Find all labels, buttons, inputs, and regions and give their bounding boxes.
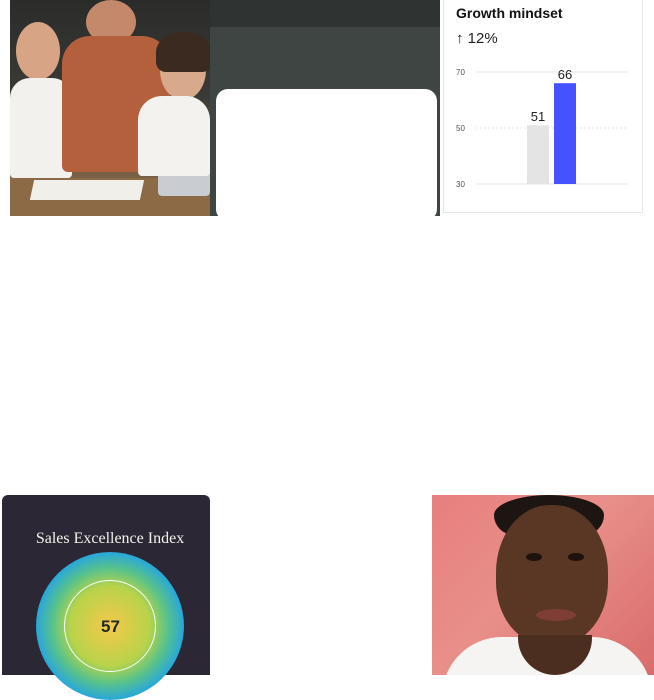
growth-bar-chart: 70 50 30 51 66 xyxy=(456,67,628,189)
background-panel-header xyxy=(210,0,440,27)
y-tick-label: 50 xyxy=(456,124,465,133)
y-tick-label: 70 xyxy=(456,68,465,77)
bar-value-label: 51 xyxy=(531,109,545,124)
blank-card xyxy=(216,89,437,221)
portrait-photo xyxy=(432,495,654,675)
bar-previous xyxy=(527,125,549,184)
spacer xyxy=(0,216,654,496)
team-photo xyxy=(10,0,210,216)
growth-delta-value: 12% xyxy=(467,30,498,47)
sales-excellence-title: Sales Excellence Index xyxy=(35,530,185,547)
growth-delta: ↑ 12% xyxy=(456,30,498,47)
arrow-up-icon: ↑ xyxy=(456,30,464,47)
growth-mindset-title: Growth mindset xyxy=(456,5,563,21)
sales-excellence-score: 57 xyxy=(101,617,120,636)
bar-current xyxy=(554,83,576,184)
bar-value-label: 66 xyxy=(558,67,572,82)
y-tick-label: 30 xyxy=(456,180,465,189)
